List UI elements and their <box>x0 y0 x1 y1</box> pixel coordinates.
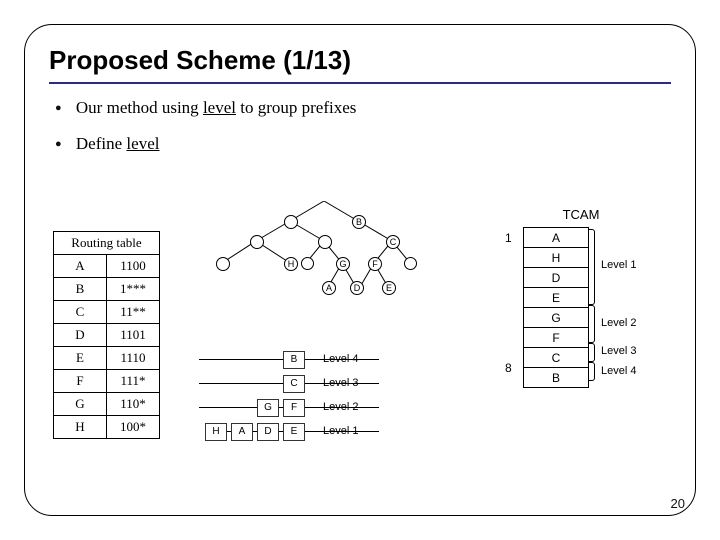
tree-node: F <box>368 257 382 271</box>
text: level <box>126 134 159 153</box>
tcam-diagram: TCAM 1 8 A H D E G F C B Level 1 Level 2… <box>493 207 669 226</box>
tree-node <box>284 215 298 229</box>
stack-label: Level 3 <box>323 377 358 389</box>
brace-icon <box>589 229 595 305</box>
cell: 1*** <box>107 278 160 301</box>
tcam-cell: A <box>524 228 589 248</box>
stack-box: E <box>283 423 305 441</box>
tcam-index: 8 <box>505 361 512 375</box>
cell: G <box>54 393 107 416</box>
cell: 1100 <box>107 255 160 278</box>
cell: 110* <box>107 393 160 416</box>
text: Our method using <box>76 98 203 117</box>
stack-box: A <box>231 423 253 441</box>
tcam-index: 1 <box>505 231 512 245</box>
title-rule <box>49 82 671 84</box>
cell: A <box>54 255 107 278</box>
cell: D <box>54 324 107 347</box>
routing-header: Routing table <box>54 232 160 255</box>
cell: 111* <box>107 370 160 393</box>
bullet-list: Our method using level to group prefixes… <box>49 98 671 154</box>
tree-node <box>216 257 230 271</box>
brace-icon <box>589 362 595 381</box>
tcam-cell: E <box>524 288 589 308</box>
stack-box: B <box>283 351 305 369</box>
tcam-cell: B <box>524 368 589 388</box>
text: Define <box>76 134 127 153</box>
text: to group prefixes <box>236 98 356 117</box>
stack-box: F <box>283 399 305 417</box>
tcam-cell: G <box>524 308 589 328</box>
tree-node <box>250 235 264 249</box>
tcam-cell: D <box>524 268 589 288</box>
tcam-cell: H <box>524 248 589 268</box>
text: level <box>203 98 236 117</box>
stack-label: Level 2 <box>323 401 358 413</box>
cell: 11** <box>107 301 160 324</box>
tree-node: E <box>382 281 396 295</box>
tcam-level-label: Level 2 <box>601 317 636 329</box>
stack-box: D <box>257 423 279 441</box>
page-number: 20 <box>671 496 685 511</box>
stack-label: Level 1 <box>323 425 358 437</box>
tree-node <box>318 235 332 249</box>
cell: B <box>54 278 107 301</box>
cell: E <box>54 347 107 370</box>
tcam-cell: C <box>524 348 589 368</box>
cell: 1101 <box>107 324 160 347</box>
prefix-tree: B C H G F A D E <box>184 201 464 331</box>
stack-box: C <box>283 375 305 393</box>
stack-box: H <box>205 423 227 441</box>
tree-node: A <box>322 281 336 295</box>
tcam-level-label: Level 3 <box>601 345 636 357</box>
brace-icon <box>589 343 595 362</box>
tree-node: B <box>352 215 366 229</box>
tree-node <box>301 257 314 270</box>
stack-label: Level 4 <box>323 353 358 365</box>
tree-node: G <box>336 257 350 271</box>
bullet-2: Define level <box>55 134 671 154</box>
tree-node: C <box>386 235 400 249</box>
level-stack: B Level 4 C Level 3 G F Level 2 <box>199 351 429 461</box>
tree-node <box>404 257 417 270</box>
cell: F <box>54 370 107 393</box>
bullet-1: Our method using level to group prefixes <box>55 98 671 118</box>
brace-icon <box>589 305 595 343</box>
tcam-title: TCAM <box>493 207 669 222</box>
tree-node: H <box>284 257 298 271</box>
page-title: Proposed Scheme (1/13) <box>49 45 671 76</box>
routing-table: Routing table A1100 B1*** C11** D1101 E1… <box>53 231 160 439</box>
cell: 100* <box>107 416 160 439</box>
tree-node: D <box>350 281 364 295</box>
tcam-table: A H D E G F C B <box>523 227 589 388</box>
tcam-level-label: Level 1 <box>601 259 636 271</box>
cell: C <box>54 301 107 324</box>
stack-box: G <box>257 399 279 417</box>
tcam-level-label: Level 4 <box>601 365 636 377</box>
cell: H <box>54 416 107 439</box>
cell: 1110 <box>107 347 160 370</box>
tcam-cell: F <box>524 328 589 348</box>
